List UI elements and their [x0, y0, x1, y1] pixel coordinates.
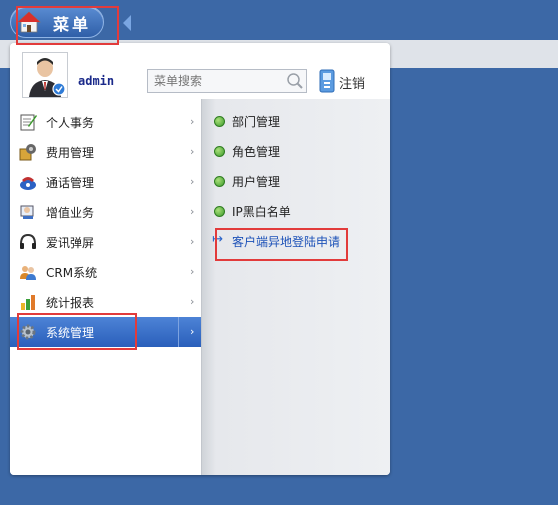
- logout-label: 注销: [339, 77, 366, 92]
- green-dot-icon: [214, 176, 225, 187]
- highlight-box: [16, 6, 119, 45]
- chevron-right-icon: ›: [190, 205, 195, 218]
- bar-chart-icon: [21, 295, 35, 310]
- highlight-box: [17, 313, 137, 350]
- logout-button[interactable]: 注销: [318, 69, 365, 93]
- menu-item-label: 费用管理: [46, 146, 95, 160]
- menu-item-label: 统计报表: [46, 296, 95, 310]
- panel-header: admin 注销: [10, 43, 390, 99]
- menu-item-label: 增值业务: [46, 206, 95, 220]
- chevron-right-icon: ›: [190, 265, 195, 278]
- menu-item-value-added[interactable]: 增值业务 ›: [10, 197, 202, 227]
- chevron-right-icon: ›: [190, 325, 195, 338]
- green-dot-icon: [214, 206, 225, 217]
- green-dot-icon: [214, 146, 225, 157]
- chevron-right-icon: ›: [190, 175, 195, 188]
- menu-item-fee-management[interactable]: 费用管理 ›: [10, 137, 202, 167]
- menu-item-label: 个人事务: [46, 116, 95, 130]
- submenu-item-label: 角色管理: [232, 145, 281, 159]
- headset-icon: [20, 233, 36, 249]
- menu-item-crm[interactable]: CRM系统 ›: [10, 257, 202, 287]
- menu-item-call-management[interactable]: 通话管理 ›: [10, 167, 202, 197]
- search-icon[interactable]: [286, 72, 304, 90]
- submenu-list: 部门管理 角色管理 用户管理 IP黑白名单 ↦ 客户端异地登陆申请: [201, 99, 390, 475]
- chevron-right-icon: ›: [190, 115, 195, 128]
- logout-icon: [319, 69, 335, 93]
- green-dot-icon: [214, 116, 225, 127]
- menu-item-personal-affairs[interactable]: 个人事务 ›: [10, 107, 202, 137]
- fee-icon: [19, 144, 36, 161]
- menu-list: 个人事务 › 费用管理 › 通话管理 › 增值业务 › 爱讯弹屏 › CRM系统…: [10, 105, 202, 475]
- highlight-box: [215, 228, 348, 261]
- username: admin: [78, 74, 115, 88]
- chevron-right-icon: ›: [190, 235, 195, 248]
- user-avatar-icon: [23, 53, 67, 97]
- menu-search-input[interactable]: [147, 69, 307, 93]
- submenu-item-label: 用户管理: [232, 175, 281, 189]
- collapse-arrow-icon[interactable]: [123, 15, 131, 31]
- menu-item-label: CRM系统: [46, 266, 98, 280]
- divider: [178, 317, 179, 347]
- notepad-icon: [20, 114, 37, 131]
- menu-item-screen-popup[interactable]: 爱讯弹屏 ›: [10, 227, 202, 257]
- avatar[interactable]: [22, 52, 68, 98]
- menu-item-label: 爱讯弹屏: [46, 236, 95, 250]
- phone-icon: [20, 177, 36, 190]
- value-added-icon: [20, 205, 34, 219]
- chevron-right-icon: ›: [190, 295, 195, 308]
- chevron-right-icon: ›: [190, 145, 195, 158]
- menu-item-label: 通话管理: [46, 176, 95, 190]
- submenu-item-label: IP黑白名单: [232, 205, 291, 219]
- users-icon: [20, 266, 36, 280]
- submenu-item-label: 部门管理: [232, 115, 281, 129]
